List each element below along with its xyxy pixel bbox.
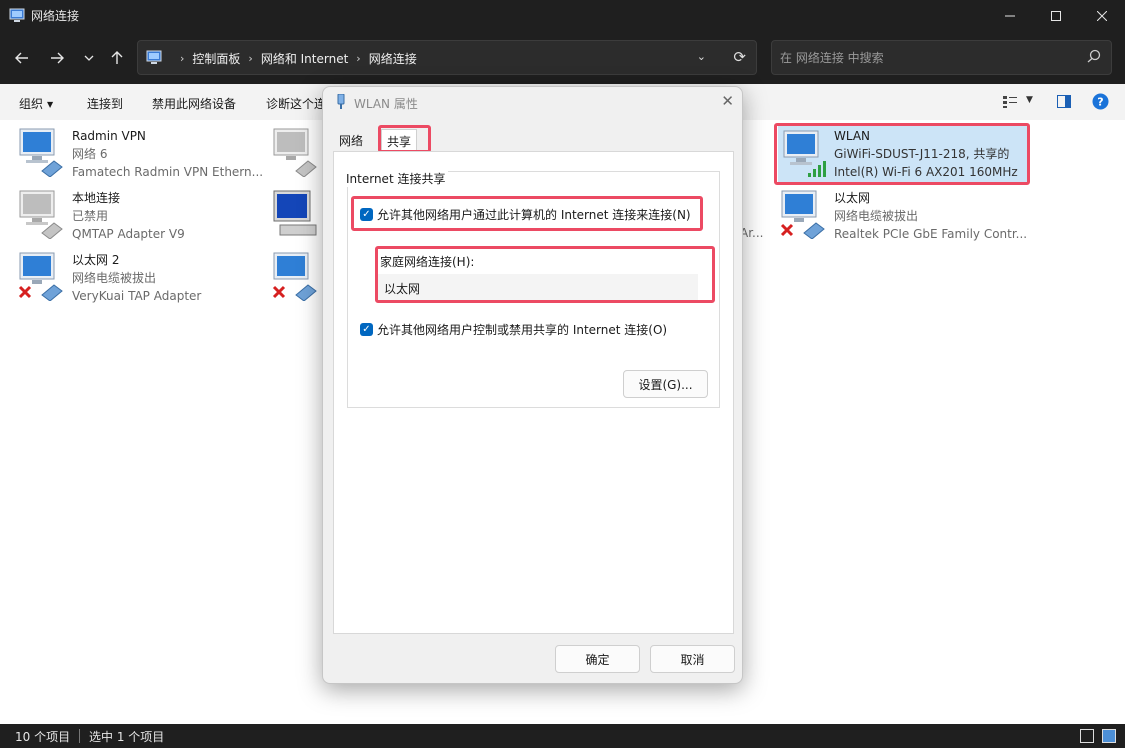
connection-adapter: Famatech Radmin VPN Ethern... (72, 165, 264, 179)
disable-device-button[interactable]: 禁用此网络设备 (152, 95, 236, 112)
ics-group-title: Internet 连接共享 (343, 170, 449, 187)
connection-item-radmin-vpn[interactable]: Radmin VPN 网络 6 Famatech Radmin VPN Ethe… (18, 127, 263, 185)
connection-status: 已禁用 (72, 209, 109, 223)
connection-status: GiWiFi-SDUST-J11-218, 共享的 (834, 147, 1010, 161)
network-adapter-unplugged-icon (18, 252, 63, 301)
up-button[interactable] (104, 46, 130, 70)
view-options-caret-icon[interactable]: ▼ (1026, 95, 1033, 105)
network-adapter-disabled-icon (19, 190, 63, 239)
connection-status: 网络电缆被拔出 (72, 271, 157, 285)
network-adapter-icon (19, 128, 63, 177)
address-history-chevron-icon[interactable]: ⌄ (697, 50, 706, 63)
home-network-select[interactable]: 以太网 (378, 274, 698, 300)
breadcrumb-control-panel[interactable]: 控制面板 (192, 50, 240, 67)
adapter-fragment: Ar... (740, 226, 764, 240)
forward-button[interactable] (44, 46, 70, 70)
diagnose-button[interactable]: 诊断这个连 (266, 95, 326, 112)
maximize-icon (1051, 11, 1061, 21)
tab-sharing[interactable]: 共享 (381, 129, 418, 151)
window-title: 网络连接 (31, 9, 80, 23)
network-adapter-unplugged-icon (780, 190, 825, 239)
details-view-icon[interactable] (1080, 729, 1094, 743)
breadcrumb-network-internet[interactable]: 网络和 Internet (261, 50, 348, 67)
allow-control-checkbox[interactable]: ✓ 允许其他网络用户控制或禁用共享的 Internet 连接(O) (360, 321, 667, 338)
search-box[interactable] (771, 40, 1112, 75)
ok-button[interactable]: 确定 (555, 645, 640, 673)
connection-adapter: Realtek PCIe GbE Family Contr... (834, 227, 1028, 241)
allow-share-label: 允许其他网络用户通过此计算机的 Internet 连接来连接(N) (377, 208, 691, 222)
computer-monitor-icon[interactable] (272, 189, 320, 239)
close-icon (1097, 11, 1107, 21)
status-divider (79, 729, 80, 743)
connection-name: 以太网 2 (72, 253, 120, 267)
maximize-button[interactable] (1033, 0, 1079, 32)
control-panel-icon (146, 50, 162, 64)
network-adapter-unplugged-icon[interactable] (272, 251, 320, 301)
help-icon[interactable]: ? (1092, 93, 1109, 110)
view-options-icon[interactable] (1003, 96, 1017, 108)
minimize-button[interactable] (987, 0, 1033, 32)
back-button[interactable] (9, 46, 35, 70)
address-bar[interactable]: › 控制面板 › 网络和 Internet › 网络连接 ⌄ ⟳ (137, 40, 757, 75)
checkmark-icon: ✓ (360, 323, 373, 336)
connection-adapter: Intel(R) Wi-Fi 6 AX201 160MHz (834, 165, 1018, 179)
connection-adapter: VeryKuai TAP Adapter (72, 289, 202, 303)
caret-down-icon: ▼ (47, 100, 54, 109)
breadcrumb-separator-icon: › (356, 52, 361, 65)
breadcrumb-separator-icon: › (248, 52, 253, 65)
network-adapter-icon[interactable] (272, 127, 320, 177)
large-icons-view-icon[interactable] (1102, 729, 1116, 743)
connection-item-wlan[interactable]: WLAN GiWiFi-SDUST-J11-218, 共享的 Intel(R) … (778, 125, 1028, 183)
wlan-properties-dialog: WLAN 属性 ✕ 网络 共享 Internet 连接共享 ✓ 允许其他网络用户… (322, 86, 743, 684)
breadcrumb-separator-icon: › (180, 52, 185, 65)
home-network-label: 家庭网络连接(H): (380, 255, 475, 269)
navigation-bar: › 控制面板 › 网络和 Internet › 网络连接 ⌄ ⟳ (0, 32, 1125, 84)
connection-status: 网络 6 (72, 147, 108, 161)
selected-count: 选中 1 个项目 (89, 730, 165, 744)
item-count: 10 个项目 (15, 730, 71, 744)
breadcrumb: › 控制面板 › 网络和 Internet › 网络连接 (172, 50, 417, 67)
cancel-button[interactable]: 取消 (650, 645, 735, 673)
recent-locations-button[interactable] (76, 46, 102, 70)
dialog-close-icon[interactable]: ✕ (721, 92, 734, 110)
checkmark-icon: ✓ (360, 208, 373, 221)
connection-name: 本地连接 (72, 191, 121, 205)
organize-menu[interactable]: 组织 ▼ (19, 95, 53, 112)
minimize-icon (1005, 15, 1015, 17)
preview-pane-icon[interactable] (1057, 95, 1071, 108)
close-button[interactable] (1079, 0, 1125, 32)
connection-item-ethernet[interactable]: 以太网 网络电缆被拔出 Realtek PCIe GbE Family Cont… (780, 189, 1030, 247)
arrow-left-icon (15, 52, 28, 64)
arrow-right-icon (51, 52, 64, 64)
connection-name: Radmin VPN (72, 129, 146, 143)
allow-share-checkbox[interactable]: ✓ 允许其他网络用户通过此计算机的 Internet 连接来连接(N) (360, 206, 691, 223)
search-input[interactable] (780, 49, 1080, 67)
connection-status: 网络电缆被拔出 (834, 209, 919, 223)
wifi-adapter-icon (783, 130, 826, 177)
connection-item-local[interactable]: 本地连接 已禁用 QMTAP Adapter V9 (18, 189, 258, 247)
arrow-up-icon (111, 51, 123, 64)
connection-name: WLAN (834, 129, 871, 143)
wlan-adapter-icon (337, 94, 345, 109)
connection-item-ethernet-2[interactable]: 以太网 2 网络电缆被拔出 VeryKuai TAP Adapter (18, 251, 258, 309)
status-bar: 10 个项目 选中 1 个项目 (0, 724, 1125, 748)
svg-text:?: ? (1097, 96, 1103, 109)
breadcrumb-network-connections[interactable]: 网络连接 (369, 50, 417, 67)
dialog-title: WLAN 属性 (354, 97, 418, 111)
settings-button[interactable]: 设置(G)... (623, 370, 708, 398)
connect-to-button[interactable]: 连接到 (87, 95, 123, 112)
tab-network[interactable]: 网络 (334, 129, 368, 151)
refresh-icon[interactable]: ⟳ (733, 48, 746, 66)
connection-name: 以太网 (834, 191, 871, 205)
chevron-down-icon (84, 55, 94, 61)
connection-adapter: QMTAP Adapter V9 (72, 227, 185, 241)
organize-label: 组织 (19, 97, 44, 111)
network-connections-app-icon (9, 8, 25, 22)
search-icon (1087, 49, 1101, 63)
title-bar: 网络连接 (0, 0, 1125, 32)
allow-control-label: 允许其他网络用户控制或禁用共享的 Internet 连接(O) (377, 323, 668, 337)
